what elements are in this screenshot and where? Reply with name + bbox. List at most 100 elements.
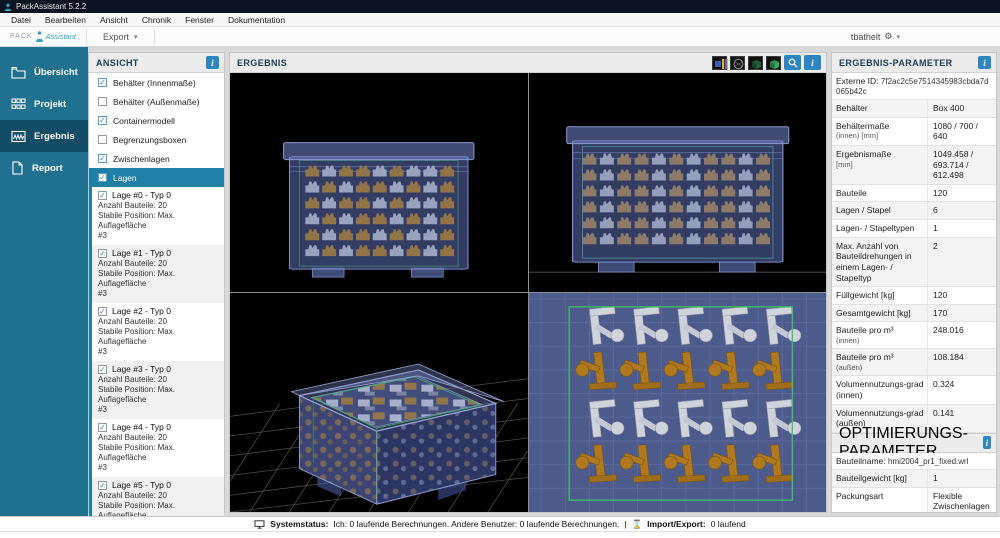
- sidebar: Übersicht Projekt Ergebnis Report: [0, 47, 88, 516]
- layer-position-num: #3: [98, 463, 221, 473]
- result-view-title: ERGEBNIS: [237, 58, 287, 68]
- checkbox-lagen[interactable]: ✓ Lagen: [89, 168, 224, 187]
- param-label: Gesamtgewicht [kg]: [832, 305, 927, 322]
- viewport-side-view[interactable]: [529, 73, 827, 292]
- sidebar-item-report[interactable]: Report: [0, 152, 88, 184]
- export-label: Export: [103, 32, 129, 42]
- layer-count: Anzahl Bauteile: 20: [98, 375, 221, 385]
- param-value: 2: [927, 238, 996, 287]
- checkbox-icon[interactable]: ✓: [98, 423, 107, 432]
- param-value: 120: [927, 185, 996, 202]
- view-preset-colored-icon[interactable]: [712, 56, 727, 70]
- view-preset-green-icon[interactable]: [766, 56, 781, 70]
- layer-count: Anzahl Bauteile: 20: [98, 259, 221, 269]
- viewport-toolbar: i: [712, 55, 821, 70]
- logo-text-primary: PACK: [10, 33, 33, 40]
- checkbox-icon[interactable]: ✓: [98, 116, 107, 125]
- view-preset-dark-green-icon[interactable]: [748, 56, 763, 70]
- menu-ansicht[interactable]: Ansicht: [93, 15, 135, 25]
- menu-datei[interactable]: Datei: [4, 15, 38, 25]
- param-label: Volumennutzungs-grad (innen): [832, 376, 927, 403]
- info-icon[interactable]: i: [206, 56, 219, 69]
- checkbox-icon[interactable]: ✓: [98, 78, 107, 87]
- layer-item-1[interactable]: ✓ Lage #1 - Typ 0 Anzahl Bauteile: 20 St…: [92, 245, 224, 303]
- layer-position: Stabile Position: Max. Auflagefläche: [98, 211, 221, 231]
- layer-title: Lage #0 - Typ 0: [112, 190, 171, 200]
- checkbox-zwischenlagen[interactable]: ✓ Zwischenlagen: [89, 149, 224, 168]
- chevron-down-icon: ▾: [134, 33, 138, 41]
- layer-count: Anzahl Bauteile: 20: [98, 491, 221, 501]
- menu-chronik[interactable]: Chronik: [135, 15, 178, 25]
- layer-title: Lage #4 - Typ 0: [112, 422, 171, 432]
- result-view-panel: ERGEBNIS: [229, 52, 827, 513]
- param-row-behaeltermasse: Behältermaße (innen) [mm] 1080 / 700 / 6…: [832, 118, 996, 146]
- checkbox-begrenzungsboxen[interactable]: Begrenzungsboxen: [89, 130, 224, 149]
- zoom-button[interactable]: [784, 55, 801, 70]
- optim-params-header: OPTIMIERUNGS-PARAMETER i: [832, 433, 996, 453]
- import-export-text: 0 laufend: [711, 519, 746, 529]
- checkbox-icon[interactable]: ✓: [98, 191, 107, 200]
- layer-item-0[interactable]: ✓ Lage #0 - Typ 0 Anzahl Bauteile: 20 St…: [92, 187, 224, 245]
- checkbox-icon[interactable]: ✓: [98, 154, 107, 163]
- param-row-packungsart: Packungsart Flexible Zwischenlagen: [832, 488, 996, 514]
- param-value: Box 400: [927, 100, 996, 117]
- checkbox-label: Containermodell: [113, 116, 175, 126]
- layer-title: Lage #2 - Typ 0: [112, 306, 171, 316]
- checkbox-icon[interactable]: [98, 135, 107, 144]
- user-menu-button[interactable]: tbathelt ⚙ ▾: [851, 31, 900, 42]
- param-label: Max. Anzahl von Bauteildrehungen in eine…: [832, 238, 927, 287]
- checkbox-icon[interactable]: ✓: [98, 249, 107, 258]
- param-label: Bauteile pro m³ (innen): [832, 322, 927, 348]
- layer-count: Anzahl Bauteile: 20: [98, 433, 221, 443]
- checkbox-behaelter-innenmasse[interactable]: ✓ Behälter (Innenmaße): [89, 73, 224, 92]
- checkbox-label: Lagen: [113, 173, 137, 183]
- info-icon[interactable]: i: [804, 55, 821, 70]
- logo-person-icon: [35, 31, 44, 42]
- checkbox-containermodell[interactable]: ✓ Containermodell: [89, 111, 224, 130]
- sidebar-item-projekt[interactable]: Projekt: [0, 88, 88, 120]
- layer-position-num: #3: [98, 347, 221, 357]
- app-icon: [4, 3, 12, 11]
- main-area: Übersicht Projekt Ergebnis Report: [0, 47, 1000, 516]
- menu-bar: Datei Bearbeiten Ansicht Chronik Fenster…: [0, 13, 1000, 27]
- param-label: Lagen / Stapel: [832, 202, 927, 219]
- checkbox-icon[interactable]: ✓: [98, 365, 107, 374]
- param-value: 120: [927, 287, 996, 304]
- param-row-lagen-stapel: Lagen / Stapel 6: [832, 202, 996, 220]
- param-row-volumen-innen: Volumennutzungs-grad (innen) 0.324: [832, 376, 996, 404]
- sidebar-item-label: Report: [32, 163, 63, 174]
- param-value: 248.016: [927, 322, 996, 348]
- checkbox-label: Zwischenlagen: [113, 154, 170, 164]
- toolbar-separator: [154, 29, 155, 45]
- checkbox-icon[interactable]: [98, 97, 107, 106]
- checkbox-icon[interactable]: ✓: [98, 307, 107, 316]
- export-button[interactable]: Export ▾: [87, 27, 154, 46]
- external-id-label: Externe ID:: [836, 76, 879, 86]
- viewport-top-view[interactable]: [529, 293, 827, 512]
- document-icon: [11, 161, 24, 175]
- menu-dokumentation[interactable]: Dokumentation: [221, 15, 292, 25]
- layer-title: Lage #1 - Typ 0: [112, 248, 171, 258]
- info-icon[interactable]: i: [978, 56, 991, 69]
- layer-item-4[interactable]: ✓ Lage #4 - Typ 0 Anzahl Bauteile: 20 St…: [92, 419, 224, 477]
- sidebar-item-uebersicht[interactable]: Übersicht: [0, 56, 88, 88]
- checkbox-icon[interactable]: ✓: [98, 481, 107, 490]
- layer-item-2[interactable]: ✓ Lage #2 - Typ 0 Anzahl Bauteile: 20 St…: [92, 303, 224, 361]
- checkbox-label: Begrenzungsboxen: [113, 135, 186, 145]
- info-icon[interactable]: i: [983, 436, 991, 449]
- result-params-header: ERGEBNIS-PARAMETER i: [832, 53, 996, 73]
- checkbox-behaelter-aussenmasse[interactable]: Behälter (Außenmaße): [89, 92, 224, 111]
- layer-item-3[interactable]: ✓ Lage #3 - Typ 0 Anzahl Bauteile: 20 St…: [92, 361, 224, 419]
- viewport-iso-view[interactable]: [230, 293, 528, 512]
- sidebar-item-ergebnis[interactable]: Ergebnis: [0, 120, 88, 152]
- viewport-front-view[interactable]: [230, 73, 528, 292]
- result-params-panel: ERGEBNIS-PARAMETER i Externe ID: 7f2ac2c…: [831, 52, 997, 513]
- ansicht-header: ANSICHT i: [89, 53, 224, 73]
- view-preset-wireframe-icon[interactable]: [730, 56, 745, 70]
- param-row-bauteile: Bauteile 120: [832, 185, 996, 203]
- param-label: Behältermaße (innen) [mm]: [832, 118, 927, 145]
- checkbox-icon[interactable]: ✓: [98, 173, 107, 182]
- magnifier-icon: [788, 58, 798, 68]
- menu-fenster[interactable]: Fenster: [178, 15, 221, 25]
- menu-bearbeiten[interactable]: Bearbeiten: [38, 15, 93, 25]
